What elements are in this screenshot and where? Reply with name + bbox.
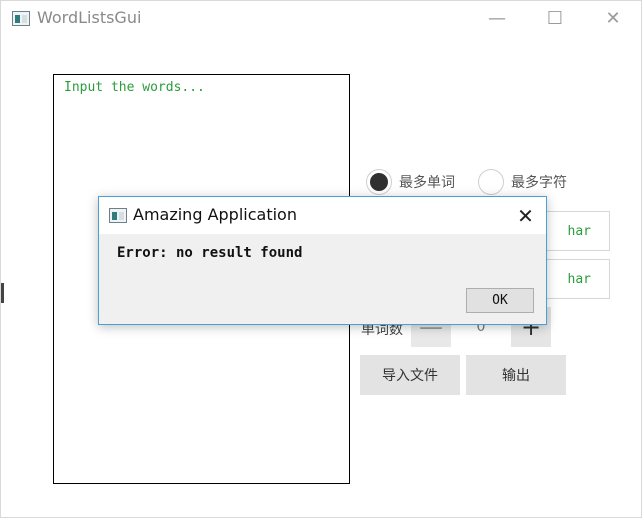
minimize-icon: —: [488, 8, 506, 29]
dialog-title: Amazing Application: [133, 205, 297, 224]
app-icon: [12, 11, 30, 26]
minimize-button[interactable]: —: [468, 1, 526, 37]
close-icon: ✕: [605, 8, 621, 29]
output-button[interactable]: 输出: [466, 355, 566, 395]
radio-checked-icon: [366, 169, 392, 195]
title-bar: WordListsGui — ☐ ✕: [1, 1, 641, 37]
head-char-input-text: har: [567, 223, 591, 239]
dialog-app-icon: [109, 208, 127, 223]
words-input-placeholder: Input the words...: [64, 80, 205, 95]
dialog-close-button[interactable]: ✕: [505, 197, 546, 234]
window-title: WordListsGui: [37, 8, 142, 27]
close-button[interactable]: ✕: [584, 1, 641, 37]
close-icon: ✕: [517, 203, 534, 228]
error-dialog: Amazing Application ✕ Error: no result f…: [98, 196, 547, 325]
main-window: WordListsGui — ☐ ✕ Input the words... 最多…: [0, 0, 642, 518]
radio-max-chars-label: 最多字符: [511, 175, 567, 191]
edge-artifact: [1, 283, 4, 303]
import-file-button[interactable]: 导入文件: [360, 355, 460, 395]
radio-unchecked-icon: [478, 169, 504, 195]
radio-max-words[interactable]: 最多单词: [366, 169, 455, 195]
tail-char-input-text: har: [567, 271, 591, 287]
radio-max-chars[interactable]: 最多字符: [478, 169, 567, 195]
maximize-button[interactable]: ☐: [526, 1, 584, 37]
maximize-icon: ☐: [546, 8, 564, 29]
dialog-ok-button[interactable]: OK: [466, 288, 534, 313]
dialog-message: Error: no result found: [117, 245, 303, 261]
radio-max-words-label: 最多单词: [399, 175, 455, 191]
dialog-title-bar: Amazing Application ✕: [99, 197, 546, 234]
